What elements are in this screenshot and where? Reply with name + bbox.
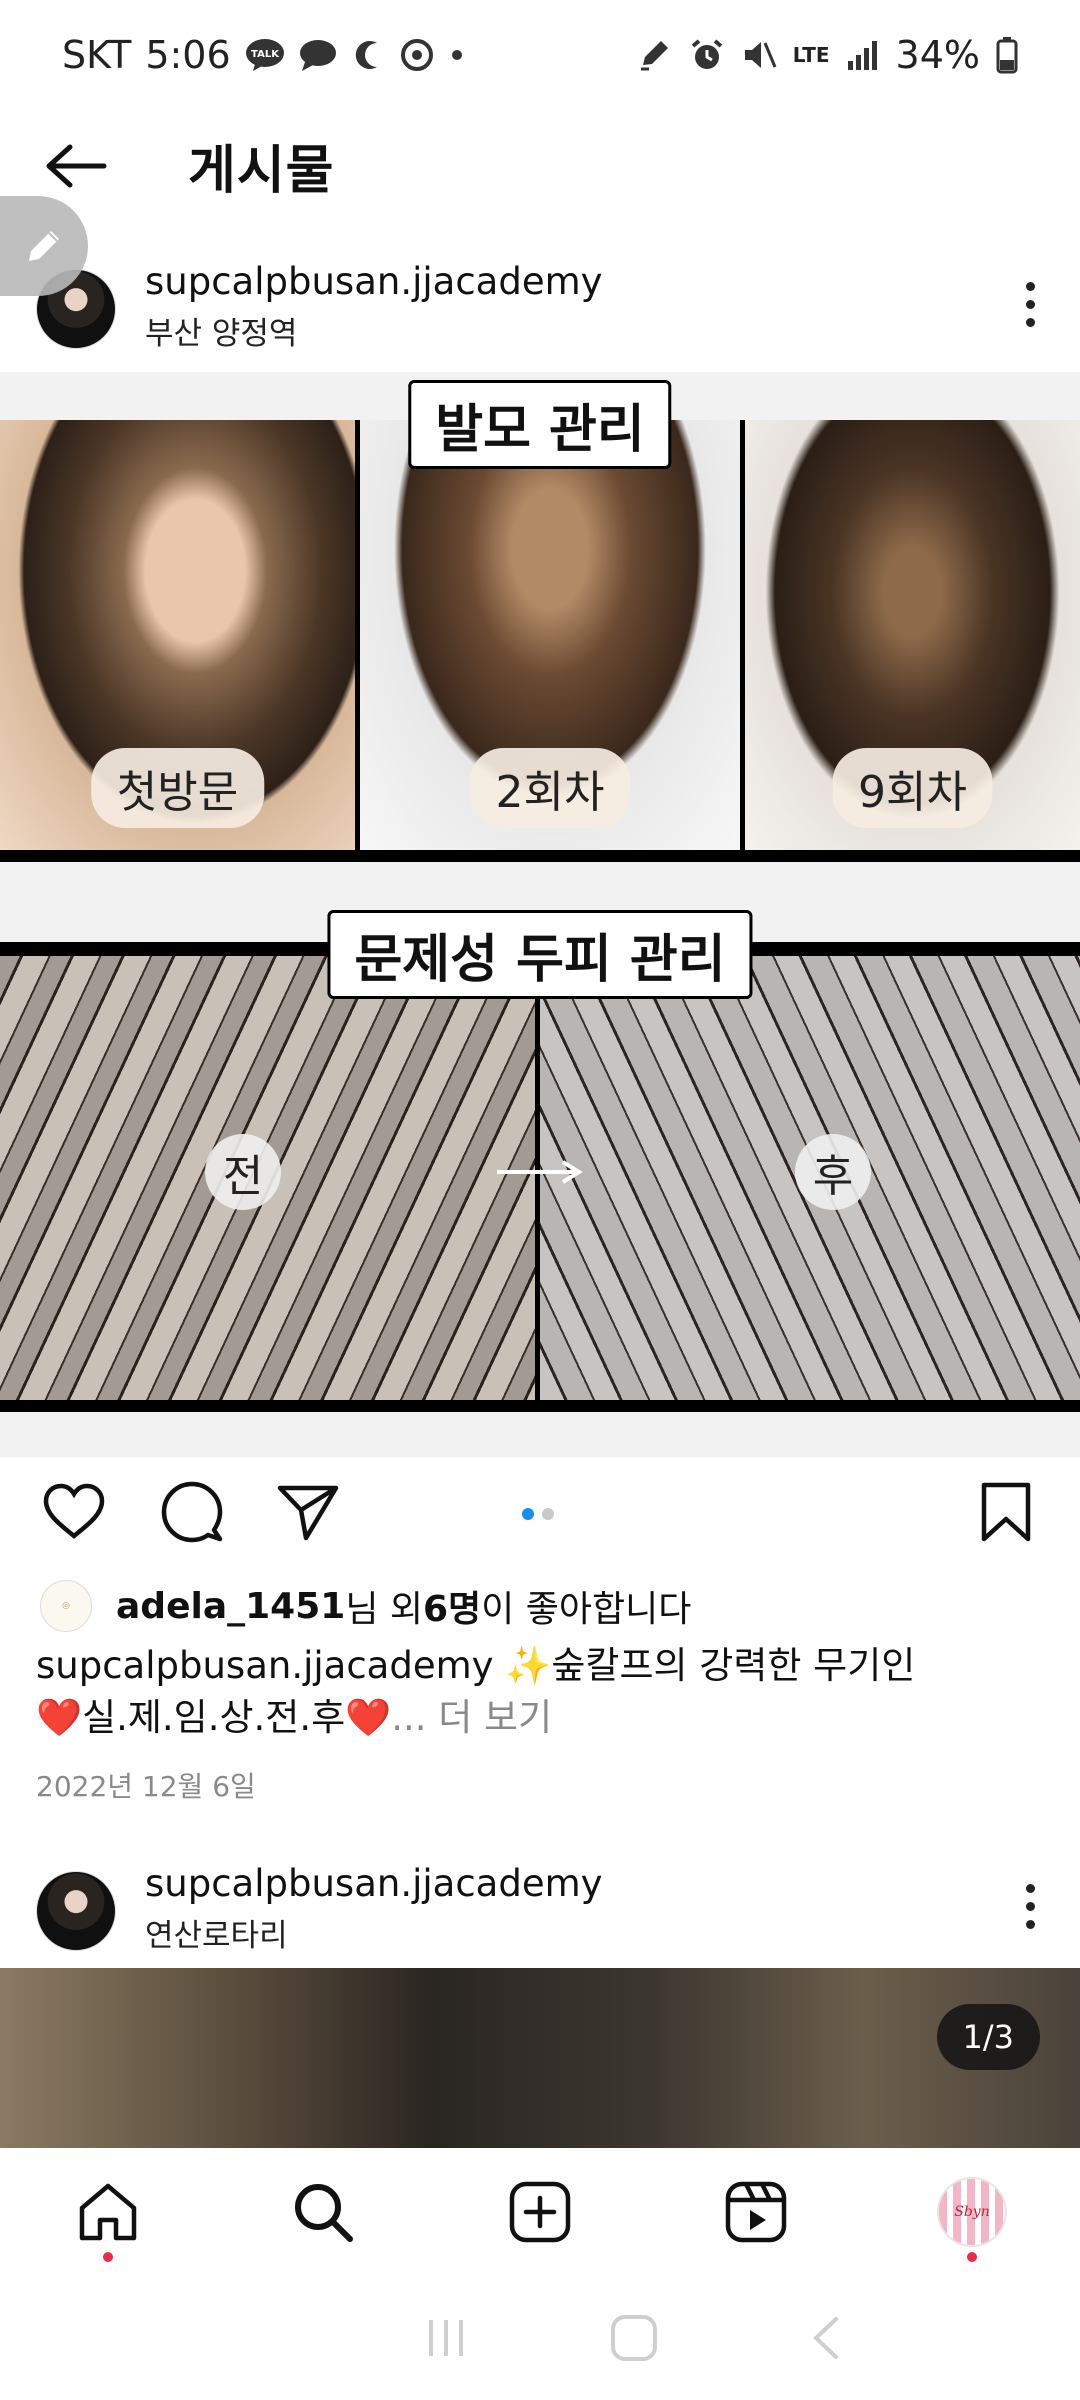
dot-icon: [449, 47, 465, 63]
comment-icon: [161, 1481, 223, 1543]
app-bar: 게시물: [0, 110, 1080, 222]
post-image[interactable]: 첫방문 2회차 9회차 발모 관리 전 후 문제성 두피 관리: [0, 372, 1080, 1457]
nav-search[interactable]: [285, 2174, 361, 2250]
moon-icon: [351, 38, 385, 72]
reels-icon: [725, 2181, 787, 2243]
pen-icon: [637, 37, 673, 73]
caption-line2: ❤️실.제.임.상.전.후❤️: [36, 1696, 392, 1739]
dot: [1025, 317, 1035, 327]
pencil-icon: [29, 231, 59, 261]
bottom-navigation: Sbyn: [0, 2148, 1080, 2278]
send-icon: [277, 1485, 339, 1541]
nav-reels[interactable]: [718, 2174, 794, 2250]
image-counter: 1/3: [936, 2004, 1040, 2070]
post-header: supcalpbusan.jjacademy 부산 양정역: [0, 254, 1080, 364]
carousel-dot-active: [522, 1508, 534, 1520]
system-navigation: [0, 2280, 1080, 2400]
message-icon: [299, 38, 337, 72]
signal-icon: [846, 39, 880, 71]
nav-profile[interactable]: Sbyn: [934, 2174, 1010, 2262]
post-caption: supcalpbusan.jjacademy ✨숲칼프의 강력한 무기인 ❤️실…: [36, 1640, 1046, 1744]
page-title: 게시물: [188, 141, 335, 201]
clock: 5:06: [145, 33, 231, 77]
hair-photo-first: 첫방문: [0, 420, 355, 850]
section-title-scalp: 문제성 두피 관리: [327, 910, 753, 999]
post-actions: [0, 1468, 1080, 1556]
back-button[interactable]: [40, 130, 112, 202]
dot: [1025, 1919, 1035, 1929]
back-chevron-icon: [813, 2317, 838, 2359]
caption-line1: ✨숲칼프의 강력한 무기인: [505, 1644, 916, 1687]
post-date: 2022년 12월 6일: [36, 1770, 256, 1803]
more-options-button[interactable]: [1010, 1876, 1050, 1936]
heart-icon: [43, 1483, 105, 1539]
svg-text:TALK: TALK: [251, 49, 280, 60]
notification-dot: [967, 2252, 977, 2262]
share-button[interactable]: [272, 1476, 344, 1548]
likes-count[interactable]: 6명: [423, 1580, 481, 1632]
battery-level: 34%: [895, 33, 980, 77]
liker-avatar: ◎: [40, 1580, 92, 1632]
bookmark-icon: [981, 1482, 1031, 1542]
nav-home[interactable]: [70, 2174, 146, 2262]
like-button[interactable]: [38, 1476, 110, 1548]
more-options-button[interactable]: [1010, 274, 1050, 334]
likes-tail: 이 좋아합니다: [481, 1589, 692, 1630]
arrow-left-icon: [46, 144, 107, 188]
sync-icon: [399, 37, 435, 73]
post-location[interactable]: 부산 양정역: [145, 308, 297, 353]
likes-mid: 님 외: [345, 1589, 423, 1630]
likes-summary[interactable]: ◎ adela_1451 님 외 6명 이 좋아합니다: [40, 1578, 691, 1634]
arrow-right-icon: [497, 1160, 583, 1184]
carousel-dot: [542, 1508, 554, 1520]
home-system-button[interactable]: [604, 2308, 664, 2368]
home-icon: [79, 2183, 137, 2241]
next-post-location[interactable]: 연산로타리: [145, 1910, 288, 1955]
caption-username[interactable]: supcalpbusan.jjacademy: [36, 1644, 494, 1687]
avatar[interactable]: [36, 1871, 116, 1951]
photo-label: 9회차: [832, 748, 993, 828]
home-square-icon: [611, 2315, 657, 2361]
carousel-indicator: [522, 1508, 554, 1520]
after-label: 후: [795, 1134, 871, 1210]
status-bar: SKT 5:06 TALK LTE 34%: [0, 0, 1080, 110]
recent-apps-button[interactable]: [416, 2308, 476, 2368]
dot: [1025, 1883, 1035, 1893]
dot: [1025, 299, 1035, 309]
talk-icon: TALK: [245, 38, 285, 72]
recent-apps-icon: [429, 2320, 463, 2356]
comment-button[interactable]: [156, 1476, 228, 1548]
network-type: LTE: [792, 43, 830, 67]
save-button[interactable]: [970, 1476, 1042, 1548]
mute-icon: [741, 37, 777, 73]
search-icon: [295, 2184, 353, 2242]
see-more-link[interactable]: ... 더 보기: [391, 1696, 552, 1739]
next-post-username[interactable]: supcalpbusan.jjacademy: [145, 1862, 603, 1905]
battery-icon: [996, 36, 1018, 74]
profile-avatar: Sbyn: [937, 2177, 1007, 2247]
before-label: 전: [205, 1134, 281, 1210]
next-post-image[interactable]: 1/3: [0, 1968, 1080, 2148]
back-system-button[interactable]: [796, 2308, 856, 2368]
add-post-icon: [509, 2181, 571, 2243]
hair-photo-second: 2회차: [360, 420, 740, 850]
photo-label: 2회차: [469, 748, 631, 828]
notification-dot: [103, 2252, 113, 2262]
next-post-header: supcalpbusan.jjacademy 연산로타리: [0, 1856, 1080, 1966]
section-title-hair: 발모 관리: [408, 380, 672, 469]
dot: [1025, 281, 1035, 291]
photo-label: 첫방문: [90, 748, 265, 828]
carrier-label: SKT: [62, 33, 132, 77]
nav-create[interactable]: [502, 2174, 578, 2250]
dot: [1025, 1901, 1035, 1911]
alarm-icon: [689, 37, 725, 73]
hair-photo-third: 9회차: [745, 420, 1080, 850]
liker-username[interactable]: adela_1451: [116, 1586, 345, 1627]
post-username[interactable]: supcalpbusan.jjacademy: [145, 260, 603, 303]
